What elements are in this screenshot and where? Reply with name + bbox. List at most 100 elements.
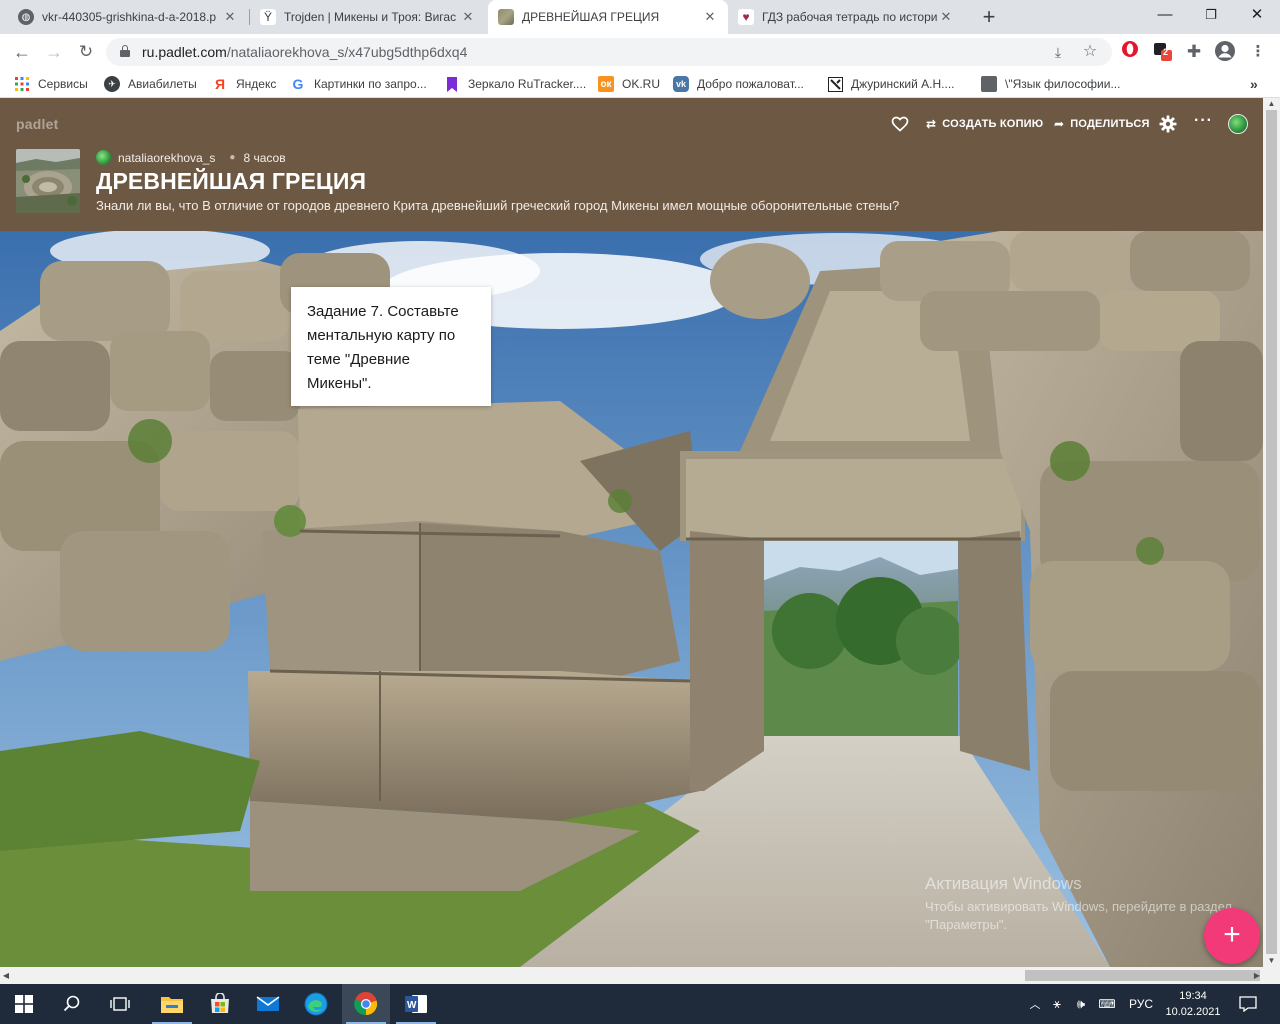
clock-date: 10.02.2021: [1165, 1006, 1221, 1018]
bookmark-services[interactable]: Сервисы: [14, 75, 88, 93]
padlet-description: Знали ли вы, что В отличие от городов др…: [96, 198, 900, 213]
like-heart-icon[interactable]: [890, 114, 910, 134]
profile-avatar-icon[interactable]: [1213, 40, 1237, 64]
windows-start-icon[interactable]: [0, 984, 48, 1024]
speaker-icon[interactable]: 🕪: [1070, 996, 1092, 1012]
share-button[interactable]: ➦ ПОДЕЛИТЬСЯ: [1054, 112, 1150, 136]
bookmark-yandex[interactable]: Я Яндекс: [212, 75, 276, 93]
time-ago: 8 часов: [243, 150, 286, 165]
network-icon[interactable]: ⚹: [1044, 996, 1070, 1012]
horizontal-scroll-thumb[interactable]: [1025, 970, 1260, 981]
separator-dot: ●: [229, 152, 236, 163]
browser-toolbar: ← → ↻ ru.padlet.com/nataliaorekhova_s/x4…: [0, 34, 1280, 70]
tab-padlet-active[interactable]: ДРЕВНЕЙШАЯ ГРЕЦИЯ ✕: [488, 0, 728, 34]
chrome-icon[interactable]: [342, 984, 390, 1024]
bookmark-label: Добро пожаловат...: [697, 77, 804, 91]
tab-vkr[interactable]: ◍ vkr-440305-grishkina-d-a-2018.p ✕: [8, 0, 248, 34]
gear-icon[interactable]: [1158, 114, 1178, 134]
url-text[interactable]: ru.padlet.com/nataliaorekhova_s/x47ubg5d…: [142, 44, 467, 60]
ok-icon: ок: [598, 76, 614, 92]
author-name[interactable]: nataliaorekhova_s: [118, 151, 215, 165]
word-icon[interactable]: W: [392, 984, 440, 1024]
clock[interactable]: 19:34 10.02.2021: [1160, 988, 1226, 1020]
forward-icon[interactable]: →: [40, 38, 68, 66]
bookmark-ok[interactable]: ок OK.RU: [598, 75, 660, 93]
post-card[interactable]: Задание 7. Составьте ментальную карту по…: [291, 287, 491, 406]
bookmark-label: Сервисы: [38, 77, 88, 91]
scroll-left-icon[interactable]: ◀: [0, 967, 12, 984]
vk-icon: vk: [673, 76, 689, 92]
star-icon[interactable]: ☆: [1080, 42, 1100, 62]
remake-label: СОЗДАТЬ КОПИЮ: [942, 118, 1044, 130]
close-icon[interactable]: ✕: [222, 9, 238, 25]
bookmarks-bar: Сервисы ✈ Авиабилеты Я Яндекс G Картинки…: [0, 70, 1280, 98]
close-icon[interactable]: ✕: [702, 9, 718, 25]
bookmark-images[interactable]: G Картинки по запро...: [290, 75, 427, 93]
add-post-button[interactable]: +: [1204, 908, 1260, 964]
language-indicator[interactable]: РУС: [1122, 997, 1160, 1011]
plane-icon: ✈: [104, 76, 120, 92]
horizontal-scrollbar[interactable]: ◀ ▶: [0, 967, 1280, 984]
restore-icon[interactable]: ❐: [1188, 0, 1234, 32]
bookmark-label: OK.RU: [622, 77, 661, 91]
bookmark-vk[interactable]: vk Добро пожаловат...: [673, 75, 804, 93]
more-options-icon[interactable]: ···: [1194, 112, 1213, 130]
mail-icon[interactable]: [244, 984, 292, 1024]
user-avatar[interactable]: [1228, 114, 1248, 134]
tab-trojden[interactable]: Ÿ Trojden | Микены и Троя: Вигас ✕: [250, 0, 486, 34]
search-icon[interactable]: [48, 984, 96, 1024]
bookmarks-overflow-button[interactable]: »: [1250, 75, 1258, 93]
address-bar[interactable]: ru.padlet.com/nataliaorekhova_s/x47ubg5d…: [106, 38, 1112, 66]
task-view-icon[interactable]: [96, 984, 144, 1024]
padlet-logo[interactable]: padlet: [16, 116, 58, 132]
minimize-icon[interactable]: —: [1142, 0, 1188, 32]
vertical-scroll-thumb[interactable]: [1266, 110, 1277, 954]
close-icon[interactable]: ✕: [460, 9, 476, 25]
padlet-thumbnail: [16, 149, 80, 213]
new-tab-button[interactable]: +: [975, 3, 1003, 31]
author-row: nataliaorekhova_s ● 8 часов: [96, 150, 286, 165]
close-icon[interactable]: ✕: [938, 9, 954, 25]
bookmark-label: \"Язык философии...: [1005, 77, 1121, 91]
show-hidden-icons-icon[interactable]: ︿: [1026, 996, 1044, 1012]
author-avatar[interactable]: [96, 150, 111, 165]
reload-icon[interactable]: ↻: [72, 38, 100, 66]
tab-gdz[interactable]: ♥ ГДЗ рабочая тетрадь по истори ✕: [728, 0, 964, 34]
keyboard-icon[interactable]: ⌨: [1092, 997, 1122, 1011]
google-icon: G: [292, 76, 304, 92]
post-body: Задание 7. Составьте ментальную карту по…: [307, 303, 459, 392]
close-window-icon[interactable]: ✕: [1234, 0, 1280, 32]
windows-taskbar: W ︿ ⚹ 🕪 ⌨ РУС 19:34 10.02.2021: [0, 984, 1280, 1024]
install-icon[interactable]: ⤓: [1048, 42, 1068, 62]
extension-badge-icon[interactable]: 2: [1150, 40, 1174, 64]
heart-icon: ♥: [738, 9, 754, 25]
share-icon: ➦: [1054, 117, 1065, 131]
bookmark-label: Джуринский А.Н....: [851, 77, 955, 91]
scroll-down-icon[interactable]: ▼: [1263, 955, 1280, 967]
padlet-wallpaper: [0, 231, 1263, 967]
puzzle-icon[interactable]: ✚: [1182, 40, 1206, 64]
globe-icon: ◍: [18, 9, 34, 25]
remake-button[interactable]: ⇄ СОЗДАТЬ КОПИЮ: [926, 112, 1043, 136]
bookmark-aviatickets[interactable]: ✈ Авиабилеты: [104, 75, 197, 93]
vertical-scrollbar[interactable]: ▲ ▼: [1263, 98, 1280, 967]
lock-icon: [120, 45, 130, 57]
windows-activation-watermark: Активация Windows Чтобы активировать Win…: [925, 874, 1235, 934]
tab-strip: ◍ vkr-440305-grishkina-d-a-2018.p ✕ Ÿ Tr…: [0, 0, 1280, 34]
notifications-icon[interactable]: [1224, 984, 1272, 1024]
bookmark-rutracker[interactable]: Зеркало RuTracker....: [444, 75, 586, 93]
menu-icon[interactable]: ⋮: [1246, 40, 1270, 64]
back-icon[interactable]: ←: [8, 38, 36, 66]
bookmark-dzhurinsky[interactable]: Джуринский А.Н....: [827, 75, 955, 93]
tab-title: ГДЗ рабочая тетрадь по истори: [762, 10, 938, 24]
file-explorer-icon[interactable]: [148, 984, 196, 1024]
scroll-up-icon[interactable]: ▲: [1263, 98, 1280, 110]
opera-icon[interactable]: [1118, 40, 1142, 64]
bookmark-philosophy[interactable]: \"Язык философии...: [981, 75, 1120, 93]
scroll-right-icon[interactable]: ▶: [1251, 967, 1263, 984]
extension-badge-count: 2: [1163, 47, 1169, 57]
edge-icon[interactable]: [292, 984, 340, 1024]
store-icon[interactable]: [196, 984, 244, 1024]
bookmark-label: Зеркало RuTracker....: [468, 77, 587, 91]
tab-title: vkr-440305-grishkina-d-a-2018.p: [42, 10, 217, 24]
